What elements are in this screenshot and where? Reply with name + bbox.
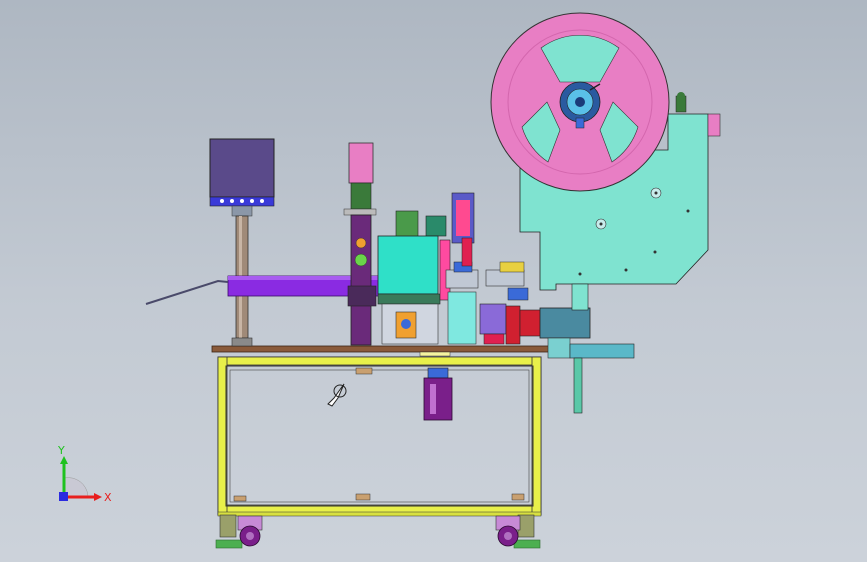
coordinate-triad-icon: X Y bbox=[57, 444, 112, 504]
x-axis-label: X bbox=[104, 491, 112, 504]
z-axis-marker bbox=[59, 492, 68, 501]
y-axis-label: Y bbox=[57, 444, 65, 457]
lower-cylinder bbox=[423, 367, 453, 421]
machine-drawing: X Y bbox=[57, 12, 721, 549]
central-assembly bbox=[377, 192, 529, 345]
yellow-frame bbox=[217, 356, 542, 517]
tape-reel bbox=[490, 12, 670, 192]
cursor-pointer-icon bbox=[327, 383, 347, 407]
leveling-feet bbox=[215, 514, 541, 549]
casters bbox=[237, 515, 521, 547]
purple-arm bbox=[145, 275, 381, 305]
vertical-motor-column bbox=[343, 142, 377, 346]
cad-viewport[interactable]: X Y bbox=[0, 0, 867, 562]
control-box bbox=[209, 138, 275, 217]
